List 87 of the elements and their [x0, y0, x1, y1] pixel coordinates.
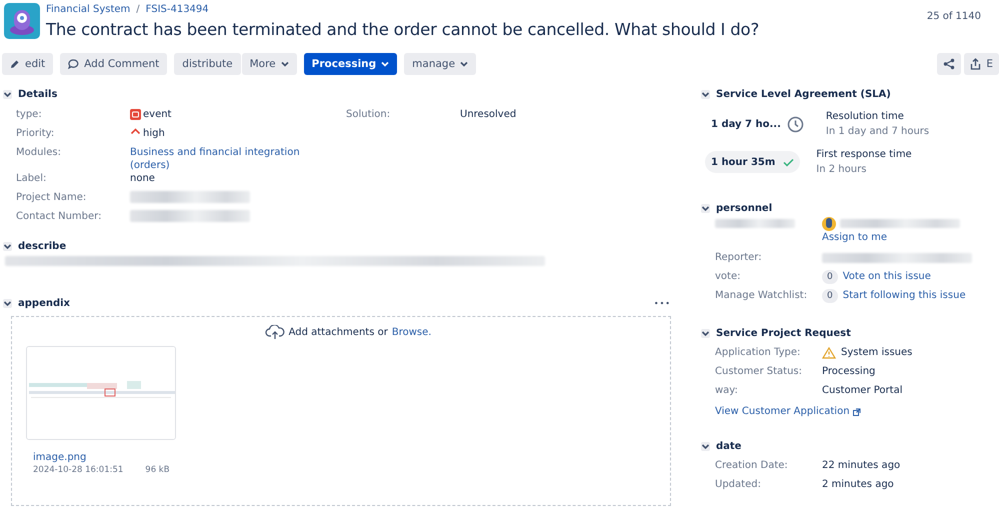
collapse-chevron-icon[interactable]: [701, 442, 710, 450]
upload-icon: [970, 58, 982, 70]
upload-hint: Add attachments or: [288, 327, 388, 338]
sla-target: In 2 hours: [816, 163, 868, 177]
view-customer-application-link[interactable]: View Customer Application: [715, 406, 861, 417]
field-value: none: [130, 172, 155, 185]
assign-to-me-link[interactable]: Assign to me: [822, 231, 960, 245]
comment-icon: [68, 59, 80, 69]
field-label: Reporter:: [715, 251, 763, 265]
field-value: 22 minutes ago: [822, 459, 900, 473]
more-actions-button[interactable]: •••: [654, 298, 671, 308]
field-value: event: [143, 108, 172, 121]
avatar-icon: [822, 215, 836, 231]
field-label: Manage Watchlist:: [715, 289, 808, 303]
field-label: Contact Number:: [16, 210, 102, 224]
project-link[interactable]: Financial System: [46, 3, 130, 17]
field-label: Priority:: [16, 127, 56, 141]
field-label: type:: [16, 108, 43, 122]
collapse-chevron-icon[interactable]: [3, 242, 12, 250]
collapse-chevron-icon[interactable]: [3, 298, 12, 308]
check-icon: [783, 158, 794, 166]
browse-link[interactable]: Browse.: [392, 327, 432, 338]
attachment-dropzone[interactable]: Add attachments or Browse. image.png 2024-10-28 16:01:51 96 kB: [11, 316, 671, 506]
external-link-icon: [852, 408, 861, 416]
action-link[interactable]: Vote on this issue: [842, 270, 931, 284]
section-heading: describe: [18, 240, 66, 252]
status-dropdown[interactable]: Processing: [304, 53, 398, 75]
caret-icon: [381, 61, 390, 67]
field-value: Processing: [822, 365, 876, 379]
dropdown-button[interactable]: More: [242, 53, 297, 75]
field-value: high: [143, 127, 165, 140]
section-heading: personnel: [716, 202, 772, 214]
count-badge: 0: [822, 289, 838, 303]
breadcrumb-separator: /: [136, 3, 140, 17]
section-heading: Details: [18, 88, 58, 100]
issue-key-link[interactable]: FSIS-413494: [146, 3, 209, 17]
issue-title: The contract has been terminated and the order cannot be cancelled. What should I do?: [46, 19, 759, 41]
field-label: Modules:: [16, 146, 62, 160]
sla-time: 1 hour 35m: [711, 156, 776, 168]
toolbar-button[interactable]: Add Comment: [60, 53, 168, 75]
toolbar-button[interactable]: edit: [2, 53, 54, 75]
caret-icon: [460, 61, 468, 67]
field-label: Application Type:: [715, 346, 802, 360]
event-type-icon: [130, 109, 141, 120]
attachment-name[interactable]: image.png: [26, 452, 176, 463]
issue-counter: 25 of 1140: [926, 11, 981, 22]
field-value: Customer Portal: [822, 384, 902, 398]
count-badge: 0: [822, 270, 838, 284]
share-icon: [943, 58, 956, 70]
sla-target: In 1 day and 7 hours: [826, 125, 930, 139]
field-label: vote:: [715, 270, 742, 284]
project-avatar-icon: [4, 3, 40, 39]
pencil-icon: [10, 59, 20, 69]
cloud-upload-icon: [264, 325, 285, 340]
field-label: Creation Date:: [715, 459, 789, 473]
field-label: Solution:: [346, 108, 392, 122]
caret-icon: [280, 61, 289, 67]
field-label: Customer Status:: [715, 365, 803, 379]
field-value: System issues: [841, 346, 912, 360]
attachment-size: 96 kB: [145, 465, 170, 475]
priority-high-icon: [130, 128, 141, 135]
collapse-chevron-icon[interactable]: [701, 328, 710, 338]
clock-icon: [786, 116, 804, 132]
field-value: 2 minutes ago: [822, 478, 894, 492]
field-label: Updated:: [715, 478, 762, 492]
modules-link[interactable]: Business and financial integration (orders): [130, 146, 300, 172]
sla-name: First response time: [816, 148, 912, 162]
collapse-chevron-icon[interactable]: [3, 90, 12, 98]
section-heading: date: [716, 440, 742, 452]
warning-icon: [822, 347, 836, 359]
field-label: Project Name:: [16, 191, 88, 205]
section-heading: Service Level Agreement (SLA): [716, 88, 891, 100]
export-button[interactable]: E: [964, 53, 999, 75]
attachment-date: 2024-10-28 16:01:51: [33, 465, 124, 475]
collapse-chevron-icon[interactable]: [701, 204, 710, 212]
section-heading: appendix: [18, 298, 70, 308]
dropdown-button[interactable]: manage: [404, 53, 476, 75]
section-heading: Service Project Request: [716, 328, 851, 338]
field-label: Label:: [16, 172, 48, 186]
share-button[interactable]: [937, 53, 962, 75]
action-link[interactable]: Start following this issue: [842, 289, 966, 303]
field-label: way:: [715, 384, 739, 398]
sla-name: Resolution time: [826, 110, 905, 124]
sla-time: 1 day 7 ho...: [711, 118, 781, 130]
toolbar-button[interactable]: distribute: [174, 53, 241, 75]
collapse-chevron-icon[interactable]: [701, 90, 710, 98]
field-value: Unresolved: [460, 108, 516, 122]
